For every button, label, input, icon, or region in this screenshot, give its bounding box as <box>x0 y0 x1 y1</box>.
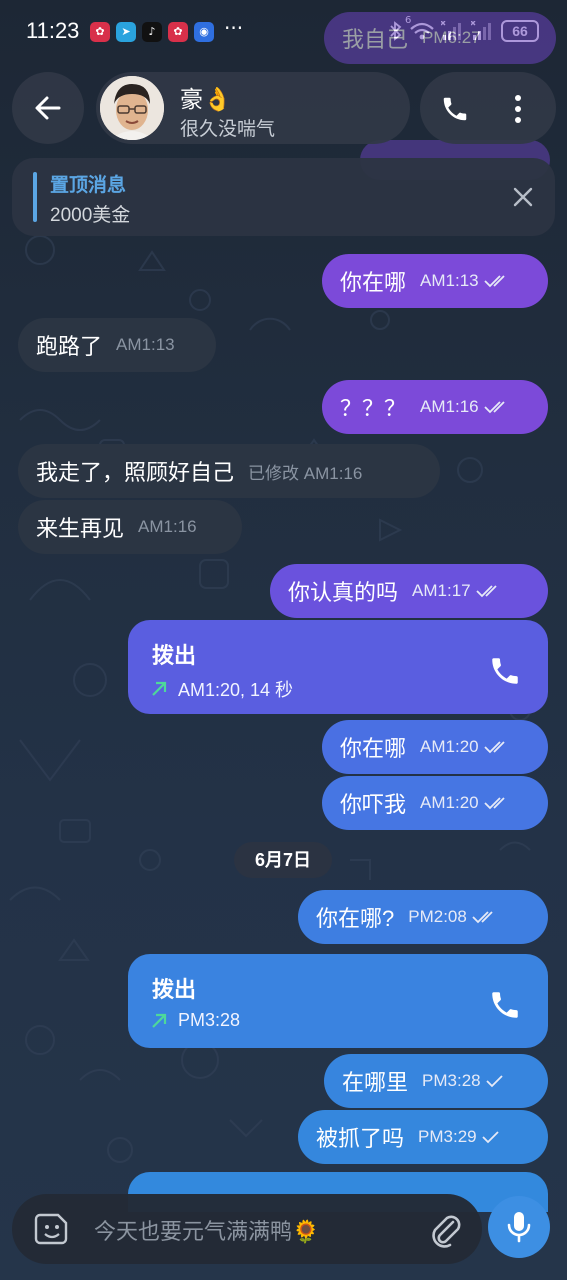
pinned-message-bar[interactable]: 置顶消息 2000美金 <box>12 158 555 236</box>
double-check-icon <box>483 275 505 288</box>
message-time: 已修改 AM1:16 <box>248 463 363 483</box>
message-time: PM2:08 <box>408 907 467 926</box>
phone-icon[interactable] <box>488 988 522 1022</box>
avatar-image <box>100 76 164 140</box>
message-bubble-outgoing[interactable]: 被抓了吗 PM3:29 <box>298 1110 548 1164</box>
message-input[interactable]: 今天也要元气满满鸭🌻 <box>94 1214 319 1246</box>
message-bubble-incoming[interactable]: 来生再见 AM1:16 <box>18 500 242 554</box>
message-text: 我走了，照顾好自己 <box>36 460 235 485</box>
header-actions <box>420 72 556 144</box>
message-bubble-incoming[interactable]: 跑路了 AM1:13 <box>18 318 216 372</box>
check-icon <box>485 1075 503 1088</box>
message-time: AM1:13 <box>116 335 175 354</box>
call-details: PM3:28 <box>150 1010 240 1031</box>
call-details: AM1:20, 14 秒 <box>150 676 293 702</box>
call-bubble-outgoing[interactable]: 拨出 AM1:20, 14 秒 <box>128 620 548 714</box>
attach-icon[interactable] <box>426 1210 464 1248</box>
message-bubble-outgoing[interactable]: 你吓我 AM1:20 <box>322 776 548 830</box>
message-time: AM1:20 <box>420 737 479 756</box>
message-bubble-outgoing[interactable]: 你在哪 AM1:20 <box>322 720 548 774</box>
microphone-icon <box>507 1212 531 1243</box>
message-time: PM3:29 <box>418 1127 477 1146</box>
message-text: 你在哪? <box>316 906 395 931</box>
call-time: PM3:28 <box>178 1010 241 1030</box>
huawei-icon: ✿ <box>90 22 110 42</box>
double-check-icon <box>472 911 493 924</box>
message-bubble-outgoing[interactable]: 你在哪? PM2:08 <box>298 890 548 944</box>
message-text: 在哪里 <box>342 1070 409 1095</box>
pinned-text: 2000美金 <box>50 205 131 226</box>
back-button[interactable] <box>12 72 84 144</box>
contact-name: 豪👌 <box>180 86 232 112</box>
message-bubble-outgoing[interactable]: ？？？ AM1:16 <box>322 380 548 434</box>
message-time: AM1:20 <box>420 793 479 812</box>
chat-header[interactable]: 豪👌 很久没喘气 <box>96 72 410 144</box>
message-time: PM6:27 <box>422 28 481 47</box>
call-label: 拨出 <box>152 643 197 668</box>
outgoing-arrow-icon <box>152 1013 167 1028</box>
call-label: 拨出 <box>152 977 197 1002</box>
call-bubble-outgoing[interactable]: 拨出 PM3:28 <box>128 954 548 1048</box>
message-bubble-partial[interactable]: 我自己 PM6:27 <box>324 12 556 64</box>
double-check-icon <box>475 585 497 598</box>
message-bubble-outgoing[interactable]: 在哪里 PM3:28 <box>324 1054 548 1108</box>
back-arrow-icon <box>35 96 61 120</box>
notification-icons: ✿ ➤ ♪ ✿ ◉ <box>90 22 214 42</box>
message-text: 来生再见 <box>36 516 125 541</box>
double-check-icon <box>483 797 505 810</box>
outgoing-arrow-icon <box>152 681 167 696</box>
status-time: 11:23 <box>26 18 80 43</box>
close-icon[interactable] <box>509 183 537 211</box>
avatar[interactable] <box>100 76 164 140</box>
tiktok-icon: ♪ <box>142 22 162 42</box>
message-text: 我自己 <box>342 27 409 52</box>
double-check-icon <box>483 401 505 414</box>
message-text: 你认真的吗 <box>288 580 399 605</box>
message-text: 被抓了吗 <box>316 1126 405 1151</box>
message-text: 跑路了 <box>36 334 103 359</box>
message-time: PM3:28 <box>422 1071 481 1090</box>
telegram-icon: ➤ <box>116 22 136 42</box>
message-input-bar[interactable]: 今天也要元气满满鸭🌻 <box>12 1194 482 1264</box>
check-icon <box>481 1131 499 1144</box>
message-bubble-outgoing[interactable]: 你在哪 AM1:13 <box>322 254 548 308</box>
huawei-icon: ✿ <box>168 22 188 42</box>
pinned-title: 置顶消息 <box>50 175 127 196</box>
message-time: AM1:16 <box>420 397 479 416</box>
contact-status: 很久没喘气 <box>180 119 276 140</box>
message-text: 你在哪 <box>340 270 407 295</box>
microphone-button[interactable] <box>488 1196 550 1258</box>
call-time: AM1:20, 14 秒 <box>178 680 294 700</box>
more-notifications-icon: ··· <box>224 16 244 40</box>
message-text: ？？？ <box>340 396 407 421</box>
lightbulb-icon: ◉ <box>194 22 214 42</box>
message-time: AM1:17 <box>412 581 471 600</box>
pinned-indicator <box>33 172 37 222</box>
date-separator: 6月7日 <box>234 842 332 878</box>
more-options-icon[interactable] <box>512 94 524 124</box>
phone-icon[interactable] <box>440 94 470 124</box>
message-text: 你在哪 <box>340 736 407 761</box>
message-time: AM1:13 <box>420 271 479 290</box>
double-check-icon <box>483 741 505 754</box>
phone-icon[interactable] <box>488 654 522 688</box>
message-text: 你吓我 <box>340 792 407 817</box>
message-bubble-outgoing[interactable]: 你认真的吗 AM1:17 <box>270 564 548 618</box>
message-time: AM1:16 <box>138 517 197 536</box>
sticker-icon[interactable] <box>32 1209 72 1249</box>
message-bubble-incoming[interactable]: 我走了，照顾好自己 已修改 AM1:16 <box>18 444 440 498</box>
